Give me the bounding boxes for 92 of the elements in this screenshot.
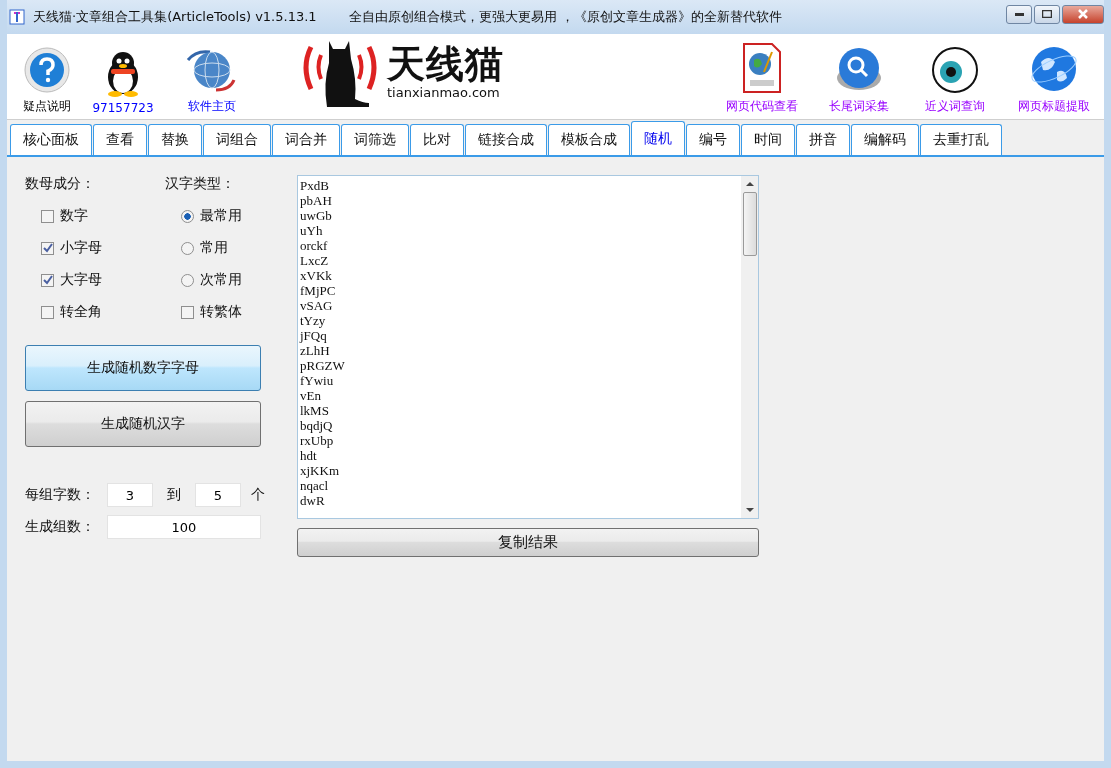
tab[interactable]: 词组合: [203, 124, 271, 155]
copy-button[interactable]: 复制结果: [297, 528, 759, 557]
globe-icon[interactable]: [1029, 44, 1079, 94]
result-line: pbAH: [300, 193, 333, 208]
group-title: 数母成分：: [25, 175, 96, 193]
result-line: vEn: [300, 388, 322, 403]
minimize-icon: [1014, 12, 1024, 16]
tab[interactable]: 编解码: [851, 124, 919, 155]
checkbox[interactable]: [41, 209, 54, 223]
result-line: xjKKm: [300, 463, 340, 478]
tab[interactable]: 去重打乱: [920, 124, 1002, 155]
app-icon: [9, 9, 25, 25]
result-line: uwGb: [300, 208, 333, 223]
result-text-area[interactable]: PxdB pbAH uwGb uYh orckf LxcZ xVKk fMjPC vSAG tYzy jFQq zLhH pRGZW fYwiu vEn lkMS bqdjQ rxUbp hdt xjKKm nqacl dwR: [297, 175, 759, 519]
result-line: bqdjQ: [300, 418, 334, 433]
close-button[interactable]: [1062, 4, 1104, 24]
toolbar-link[interactable]: 近义词查询: [925, 98, 985, 115]
window-title: 天线猫·文章组合工具集(ArticleTools) v1.5.13.1: [33, 8, 317, 26]
toolbar-link[interactable]: 97157723: [92, 101, 154, 115]
min-count-field[interactable]: 3: [107, 483, 153, 507]
tab[interactable]: 词筛选: [341, 124, 409, 155]
toolbar-link[interactable]: 疑点说明: [23, 98, 71, 115]
tab[interactable]: 链接合成: [465, 124, 547, 155]
tab[interactable]: 查看: [93, 124, 147, 155]
field-label: 每组字数：: [25, 486, 95, 504]
maximize-button[interactable]: [1034, 4, 1060, 24]
minimize-button[interactable]: [1006, 4, 1032, 24]
tab[interactable]: 模板合成: [548, 124, 630, 155]
result-line: hdt: [300, 448, 318, 463]
field-label: 生成组数：: [25, 518, 95, 536]
radio-option[interactable]: 常用: [180, 239, 263, 257]
scrollbar[interactable]: [741, 176, 758, 518]
close-icon: [1078, 9, 1088, 19]
field-label: 到: [167, 486, 181, 504]
result-line: PxdB: [300, 178, 330, 193]
radio-button[interactable]: [180, 241, 194, 255]
tab[interactable]: 随机: [631, 121, 685, 155]
generate-button[interactable]: 生成随机数字字母: [25, 345, 261, 391]
checkbox-option[interactable]: 大字母: [41, 271, 165, 289]
checkbox[interactable]: [41, 273, 54, 287]
scroll-down-icon[interactable]: [745, 506, 754, 514]
tab[interactable]: 替换: [148, 124, 202, 155]
toolbar-link[interactable]: 长尾词采集: [829, 98, 889, 115]
result-line: LxcZ: [300, 253, 330, 268]
tab[interactable]: 拼音: [796, 124, 850, 155]
checkbox[interactable]: [180, 305, 194, 319]
radio-button[interactable]: [180, 209, 194, 223]
result-line: uYh: [300, 223, 324, 238]
tab[interactable]: 词合并: [272, 124, 340, 155]
logo-title: 天线猫: [387, 42, 504, 85]
toolbar-link[interactable]: 网页标题提取: [1018, 98, 1090, 115]
checkbox-option[interactable]: 转全角: [41, 303, 165, 321]
toolbar-link[interactable]: 软件主页: [188, 98, 236, 115]
result-line: pRGZW: [300, 358, 346, 373]
result-line: lkMS: [300, 403, 330, 418]
tab[interactable]: 比对: [410, 124, 464, 155]
result-line: nqacl: [300, 478, 330, 493]
result-line: vSAG: [300, 298, 334, 313]
generate-button[interactable]: 生成随机汉字: [25, 401, 261, 447]
result-line: zLhH: [300, 343, 331, 358]
maximize-icon: [1042, 10, 1052, 18]
scroll-up-icon[interactable]: [745, 180, 754, 188]
tab[interactable]: 核心面板: [10, 124, 92, 155]
result-line: tYzy: [300, 313, 327, 328]
result-line: jFQq: [300, 328, 328, 343]
unit-label: 个: [251, 486, 265, 504]
checkbox-option[interactable]: 转繁体: [180, 303, 263, 321]
logo-site: tianxianmao.com: [387, 84, 501, 100]
window-subtitle: 全自由原创组合模式，更强大更易用 ，《原创文章生成器》的全新替代软件: [348, 8, 782, 26]
toolbar-link[interactable]: 网页代码查看: [726, 98, 798, 115]
checkbox[interactable]: [41, 241, 54, 255]
radio-option[interactable]: 次常用: [180, 271, 263, 289]
group-count-field[interactable]: 100: [107, 515, 261, 539]
radio-option[interactable]: 最常用: [180, 207, 263, 225]
checkbox-option[interactable]: 数字: [41, 207, 165, 225]
radio-button[interactable]: [180, 273, 194, 287]
scrollbar-thumb[interactable]: [742, 192, 757, 256]
checkbox[interactable]: [41, 305, 54, 319]
result-line: dwR: [300, 493, 326, 508]
eye-icon[interactable]: [931, 46, 979, 94]
html-document-icon[interactable]: [742, 42, 782, 94]
tab[interactable]: 时间: [741, 124, 795, 155]
result-line: fMjPC: [300, 283, 337, 298]
result-line: rxUbp: [300, 433, 335, 448]
group-title: 汉字类型：: [164, 175, 236, 193]
result-line: orckf: [300, 238, 329, 253]
tab[interactable]: 编号: [686, 124, 740, 155]
result-line: xVKk: [300, 268, 333, 283]
checkbox-option[interactable]: 小字母: [41, 239, 165, 257]
result-line: fYwiu: [300, 373, 335, 388]
max-count-field[interactable]: 5: [195, 483, 241, 507]
help-icon[interactable]: [23, 46, 71, 94]
